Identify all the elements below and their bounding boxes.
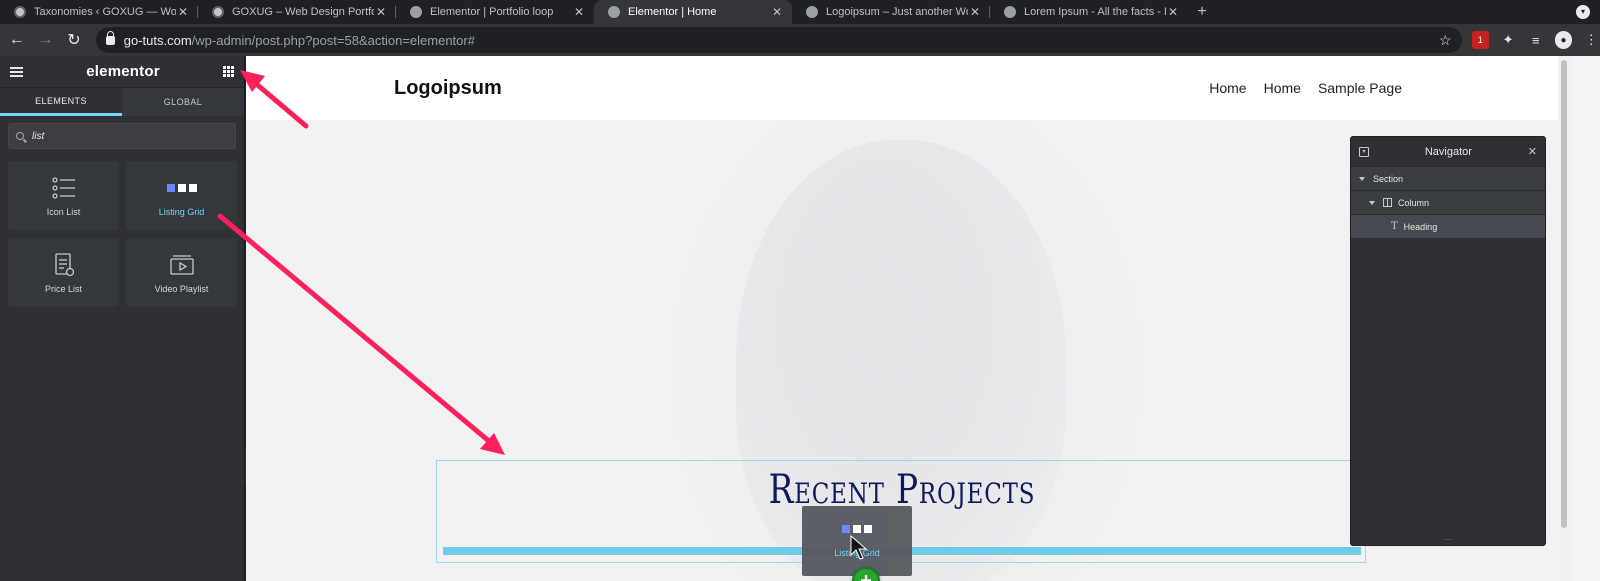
profile-avatar-icon[interactable]: ● xyxy=(1554,31,1573,49)
listing-grid-icon xyxy=(166,175,197,201)
caret-down-icon[interactable] xyxy=(1369,200,1375,205)
panel-header: elementor xyxy=(0,56,244,88)
widgets-grid-icon[interactable] xyxy=(223,66,234,77)
browser-toolbar: ← → ↻ go-tuts.com /wp-admin/post.php?pos… xyxy=(0,24,1600,56)
wordpress-icon xyxy=(212,6,224,18)
widget-label: Video Playlist xyxy=(154,283,209,294)
navigator-item-column[interactable]: Column xyxy=(1351,191,1545,215)
navigator-resize-handle[interactable]: … xyxy=(1351,534,1545,545)
elementor-logo: elementor xyxy=(86,63,160,80)
hamburger-menu-icon[interactable] xyxy=(10,66,23,77)
browser-tab[interactable]: Taxonomies ‹ GOXUG — WordPress ✕ xyxy=(0,0,198,24)
nav-link[interactable]: Home xyxy=(1264,80,1301,96)
lock-icon xyxy=(105,30,115,45)
search-icon xyxy=(16,132,24,140)
browser-tab-title: Logoipsum – Just another WordPress site xyxy=(826,6,968,18)
close-tab-icon[interactable]: ✕ xyxy=(572,5,586,19)
browser-tab-title: Elementor | Home xyxy=(628,6,717,18)
address-bar[interactable]: go-tuts.com /wp-admin/post.php?post=58&a… xyxy=(95,27,1462,53)
back-arrow-icon[interactable]: ← xyxy=(5,28,29,52)
browser-tab-title: GOXUG – Web Design Portfolio xyxy=(232,6,374,18)
globe-icon xyxy=(410,6,422,18)
close-tab-icon[interactable]: ✕ xyxy=(968,5,982,19)
widget-video-playlist[interactable]: Video Playlist xyxy=(126,238,237,307)
browser-tab-strip: Taxonomies ‹ GOXUG — WordPress ✕ GOXUG –… xyxy=(0,0,1600,24)
reading-list-icon[interactable]: ≡ xyxy=(1527,31,1545,49)
close-tab-icon[interactable]: ✕ xyxy=(176,5,190,19)
globe-icon xyxy=(608,6,620,18)
navigator-item-label: Section xyxy=(1373,173,1404,184)
document-icon xyxy=(1004,6,1016,18)
navigator-header: ▾ Navigator ✕ xyxy=(1351,137,1545,167)
navigator-item-section[interactable]: Section xyxy=(1351,167,1545,191)
nav-link[interactable]: Home xyxy=(1209,80,1246,96)
url-path: /wp-admin/post.php?post=58&action=elemen… xyxy=(191,32,475,48)
browser-tab-title: Lorem Ipsum - All the facts - Lipsum xyxy=(1024,6,1166,18)
navigator-item-label: Column xyxy=(1398,197,1430,208)
nav-link[interactable]: Sample Page xyxy=(1318,80,1402,96)
widget-grid: Icon List Listing Grid Price List Video … xyxy=(8,161,237,307)
bookmark-star-icon[interactable]: ☆ xyxy=(1439,32,1452,49)
browser-tab[interactable]: GOXUG – Web Design Portfolio ✕ xyxy=(198,0,396,24)
listing-grid-icon xyxy=(842,525,872,533)
mouse-cursor-icon xyxy=(850,535,868,560)
tab-elements[interactable]: ELEMENTS xyxy=(0,88,122,116)
navigator-title: Navigator xyxy=(1424,145,1472,158)
icon-list-icon xyxy=(51,175,76,201)
column-icon xyxy=(1383,198,1392,207)
site-logo[interactable]: Logoipsum xyxy=(394,77,502,100)
panel-tabs: ELEMENTS GLOBAL xyxy=(0,88,244,116)
close-tab-icon[interactable]: ✕ xyxy=(770,5,784,19)
page-scrollbar[interactable] xyxy=(1558,56,1570,581)
site-header: Logoipsum Home Home Sample Page xyxy=(246,56,1558,120)
caret-down-icon[interactable] xyxy=(1359,176,1365,181)
elementor-panel: elementor ELEMENTS GLOBAL list Icon List… xyxy=(0,56,245,581)
screen: Taxonomies ‹ GOXUG — WordPress ✕ GOXUG –… xyxy=(0,0,1600,581)
browser-tab[interactable]: Lorem Ipsum - All the facts - Lipsum ✕ xyxy=(990,0,1188,24)
page-preview: Logoipsum Home Home Sample Page Recent P… xyxy=(246,56,1558,581)
browser-tab[interactable]: Elementor | Portfolio loop ✕ xyxy=(396,0,594,24)
widget-label: Listing Grid xyxy=(158,206,205,217)
widget-label: Icon List xyxy=(46,206,81,217)
reload-icon[interactable]: ↻ xyxy=(62,28,86,52)
browser-tab[interactable]: Logoipsum – Just another WordPress site … xyxy=(792,0,990,24)
new-tab-button[interactable]: + xyxy=(1188,0,1216,24)
browser-tab-title: Elementor | Portfolio loop xyxy=(430,6,554,18)
widget-listing-grid[interactable]: Listing Grid xyxy=(126,161,237,230)
puzzle-icon[interactable]: ✦ xyxy=(1499,31,1517,49)
close-tab-icon[interactable]: ✕ xyxy=(1166,5,1180,19)
widget-search-input[interactable] xyxy=(32,130,212,142)
browser-tab-title: Taxonomies ‹ GOXUG — WordPress xyxy=(34,6,176,18)
collapse-navigator-icon[interactable]: ▾ xyxy=(1359,146,1369,157)
wordpress-icon xyxy=(14,6,26,18)
navigator-item-heading[interactable]: T Heading xyxy=(1351,215,1545,239)
price-list-icon xyxy=(53,252,75,278)
extension-badge-icon[interactable]: 1 xyxy=(1471,31,1490,49)
right-gutter xyxy=(1570,56,1600,581)
forward-arrow-icon[interactable]: → xyxy=(34,28,58,52)
navigator-item-label: Heading xyxy=(1403,221,1438,232)
browser-tab-active[interactable]: Elementor | Home ✕ xyxy=(594,0,792,24)
widget-search[interactable] xyxy=(8,123,236,149)
globe-icon xyxy=(806,6,818,18)
video-playlist-icon xyxy=(169,252,195,278)
scrollbar-thumb[interactable] xyxy=(1561,60,1567,528)
close-tab-icon[interactable]: ✕ xyxy=(374,5,388,19)
widget-price-list[interactable]: Price List xyxy=(8,238,119,307)
site-nav: Home Home Sample Page xyxy=(1209,80,1402,96)
kebab-menu-icon[interactable]: ⋮ xyxy=(1582,31,1600,49)
heading-t-icon: T xyxy=(1391,221,1398,232)
navigator-panel: ▾ Navigator ✕ Section Column T Heading … xyxy=(1350,136,1546,546)
close-icon[interactable]: ✕ xyxy=(1528,145,1537,158)
widget-label: Price List xyxy=(44,283,82,294)
url-host: go-tuts.com xyxy=(123,32,192,48)
tab-search-icon[interactable]: ▾ xyxy=(1576,5,1590,19)
tab-global[interactable]: GLOBAL xyxy=(122,88,244,116)
widget-icon-list[interactable]: Icon List xyxy=(8,161,119,230)
